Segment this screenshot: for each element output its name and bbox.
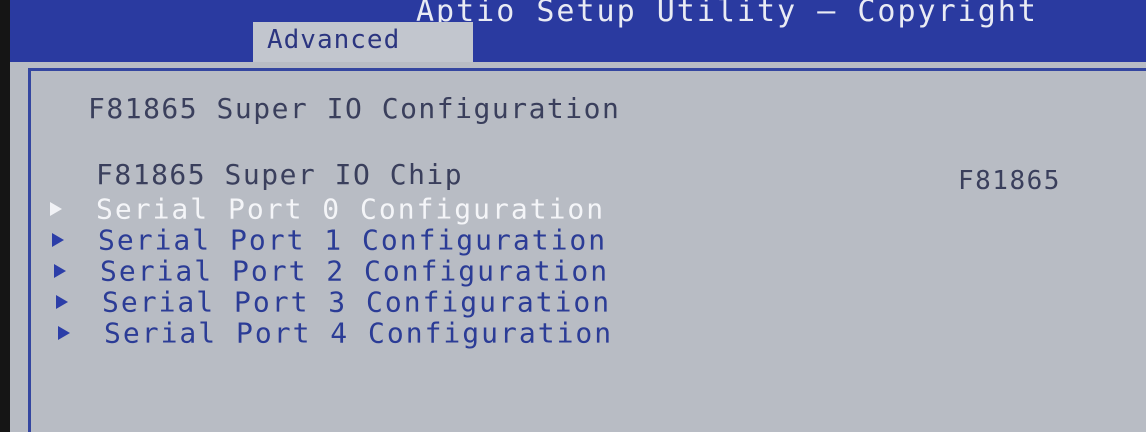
submenu-arrow-icon [54, 264, 66, 278]
menu-item-label: Serial Port 1 Configuration [98, 223, 608, 257]
tab-advanced[interactable]: Advanced [253, 22, 473, 62]
submenu-arrow-icon [52, 233, 64, 247]
chip-label: F81865 Super IO Chip [96, 158, 464, 191]
menu-item-serial-port-3[interactable]: Serial Port 3 Configuration [56, 284, 611, 319]
menu-item-label: Serial Port 3 Configuration [102, 285, 612, 319]
menu-item-label: Serial Port 4 Configuration [104, 316, 614, 350]
bios-screen: Aptio Setup Utility – Copyright Advanced… [0, 0, 1146, 432]
menu-item-label: Serial Port 0 Configuration [96, 192, 606, 226]
menu-item-serial-port-4[interactable]: Serial Port 4 Configuration [58, 315, 613, 350]
menu-item-serial-port-0[interactable]: Serial Port 0 Configuration [50, 191, 605, 226]
menu-item-serial-port-1[interactable]: Serial Port 1 Configuration [52, 222, 607, 257]
submenu-arrow-icon [56, 295, 68, 309]
monitor-bezel [0, 0, 10, 432]
tab-advanced-label: Advanced [267, 25, 401, 55]
app-title: Aptio Setup Utility – Copyright [416, 0, 1038, 29]
submenu-arrow-icon [58, 326, 70, 340]
page-title: F81865 Super IO Configuration [88, 92, 621, 125]
menu-item-label: Serial Port 2 Configuration [100, 254, 610, 288]
title-bar: Aptio Setup Utility – Copyright Advanced [10, 0, 1146, 62]
chip-value: F81865 [958, 166, 1061, 196]
menu-item-serial-port-2[interactable]: Serial Port 2 Configuration [54, 253, 609, 288]
submenu-arrow-icon [50, 202, 62, 216]
